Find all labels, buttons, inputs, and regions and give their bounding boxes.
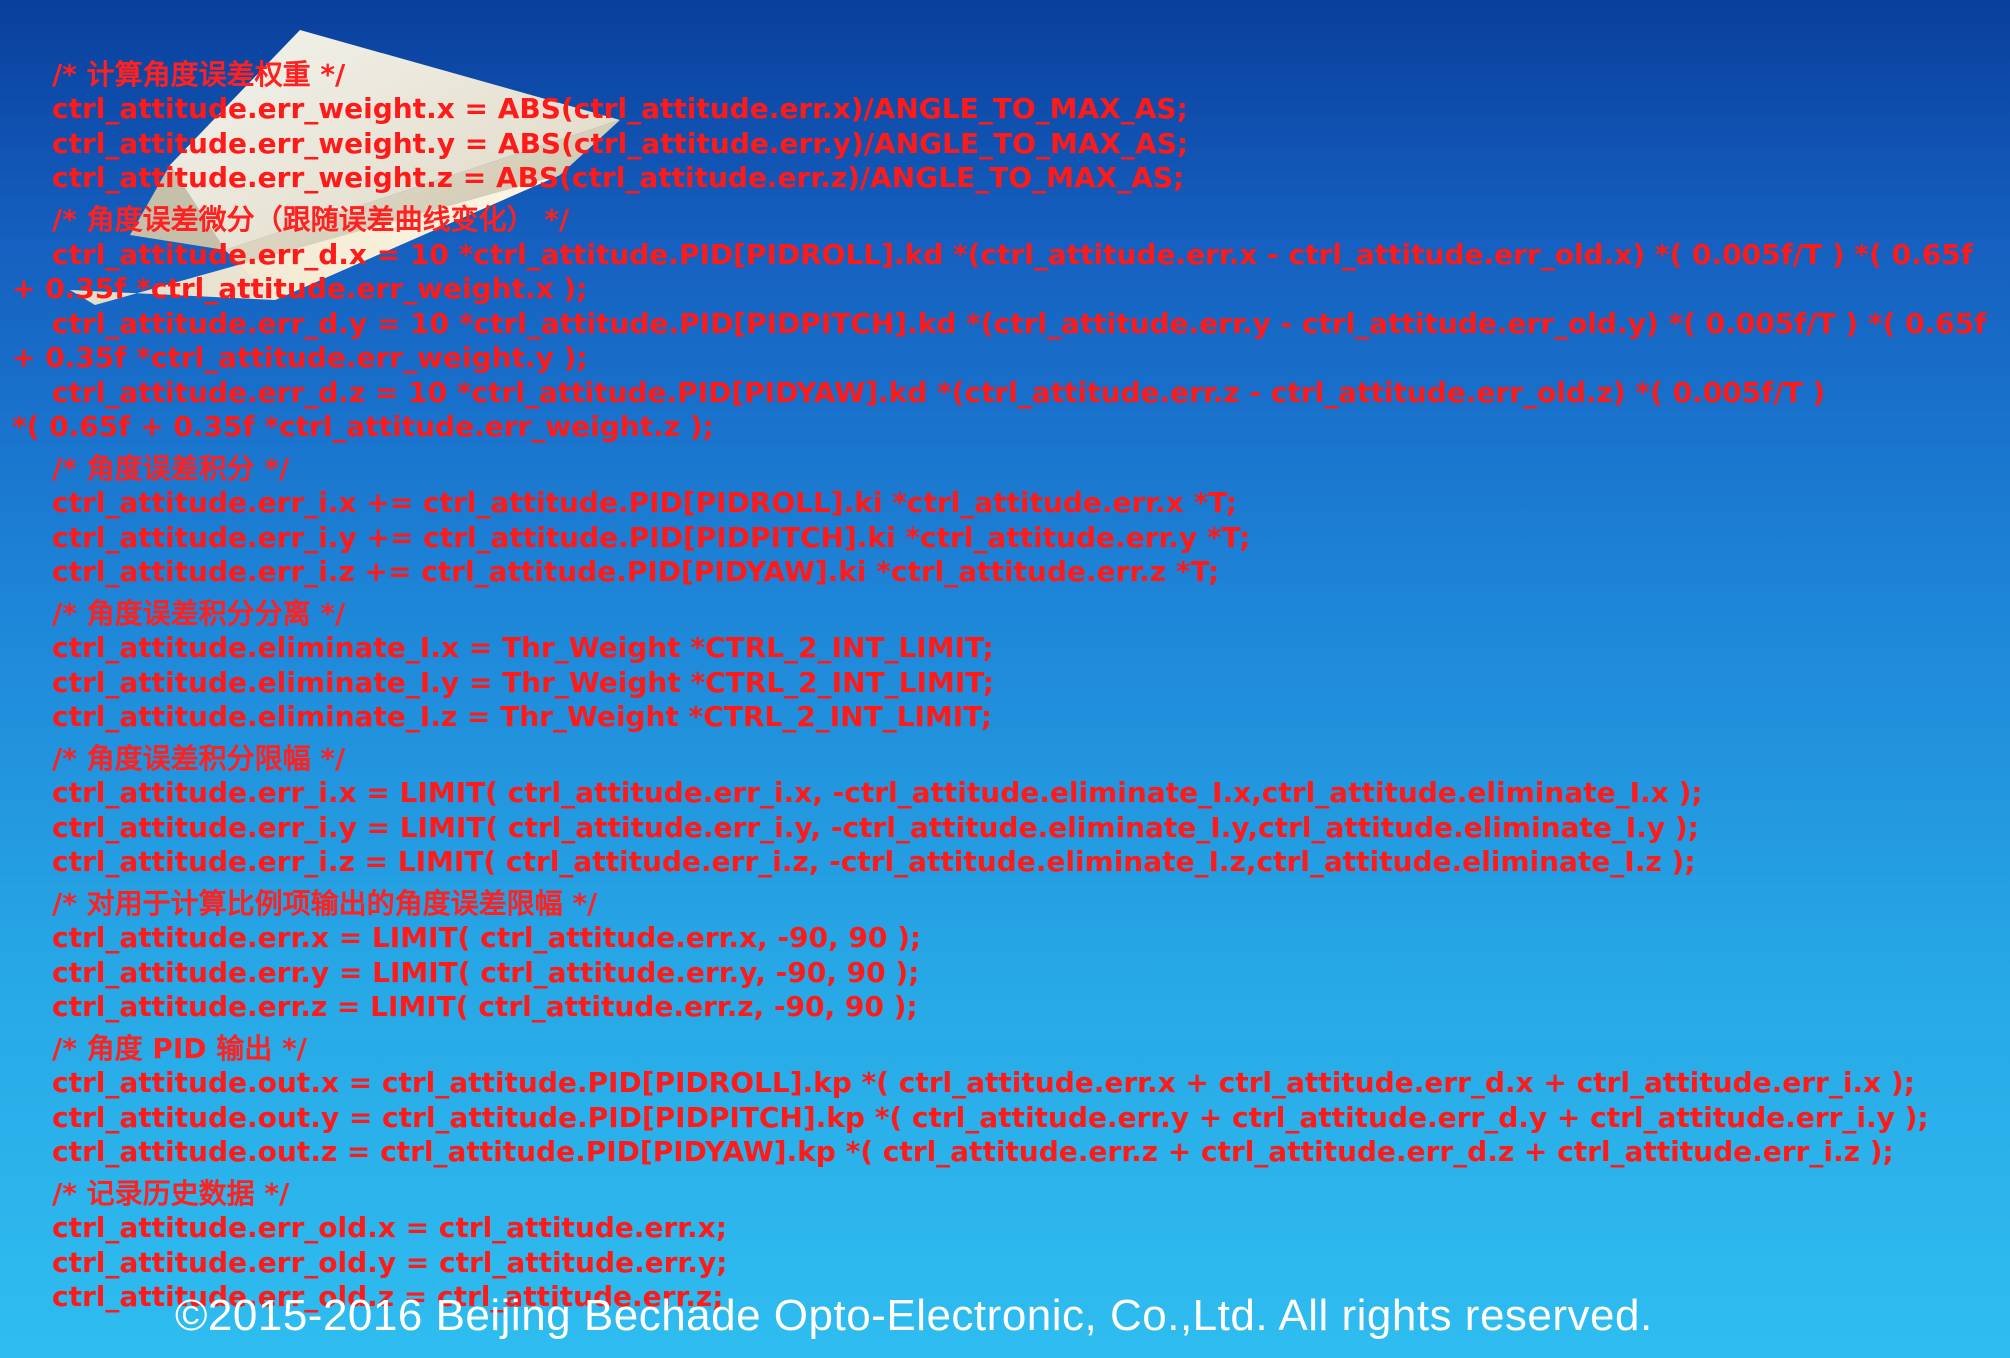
- code-comment-line: /* 角度误差微分（跟随误差曲线变化） */: [52, 203, 570, 236]
- code-comment-line: /* 记录历史数据 */: [52, 1177, 290, 1210]
- code-line: ctrl_attitude.err_i.y = LIMIT( ctrl_atti…: [52, 811, 1699, 844]
- code-line: ctrl_attitude.err_i.y += ctrl_attitude.P…: [52, 521, 1251, 554]
- code-line: ctrl_attitude.out.y = ctrl_attitude.PID[…: [52, 1101, 1929, 1134]
- code-block: /* 计算角度误差权重 */ctrl_attitude.err_weight.x…: [0, 0, 2010, 1358]
- code-line: ctrl_attitude.err_old.y = ctrl_attitude.…: [52, 1246, 728, 1279]
- code-line: ctrl_attitude.err_d.z = 10 *ctrl_attitud…: [52, 376, 1826, 409]
- code-line: ctrl_attitude.err_i.z += ctrl_attitude.P…: [52, 555, 1220, 588]
- code-line: ctrl_attitude.err.z = LIMIT( ctrl_attitu…: [52, 990, 918, 1023]
- code-line: ctrl_attitude.err_i.x = LIMIT( ctrl_atti…: [52, 776, 1703, 809]
- code-line: ctrl_attitude.err_weight.y = ABS(ctrl_at…: [52, 127, 1189, 160]
- code-comment-line: /* 角度 PID 输出 */: [52, 1032, 307, 1065]
- code-line: ctrl_attitude.err.x = LIMIT( ctrl_attitu…: [52, 921, 922, 954]
- code-comment-line: /* 计算角度误差权重 */: [52, 58, 346, 91]
- copyright-footer: ©2015-2016 Beijing Bechade Opto-Electron…: [175, 1291, 1653, 1340]
- code-line: ctrl_attitude.err_old.x = ctrl_attitude.…: [52, 1211, 727, 1244]
- code-line: ctrl_attitude.err_d.y = 10 *ctrl_attitud…: [52, 307, 1987, 340]
- code-line: ctrl_attitude.eliminate_I.z = Thr_Weight…: [52, 700, 992, 733]
- code-line: ctrl_attitude.err_weight.x = ABS(ctrl_at…: [52, 92, 1188, 125]
- code-line: ctrl_attitude.err_i.x += ctrl_attitude.P…: [52, 486, 1237, 519]
- code-comment-line: /* 角度误差积分限幅 */: [52, 742, 346, 775]
- code-line: ctrl_attitude.err_i.z = LIMIT( ctrl_atti…: [52, 845, 1696, 878]
- code-comment-line: /* 对用于计算比例项输出的角度误差限幅 */: [52, 887, 598, 920]
- code-comment-line: /* 角度误差积分 */: [52, 452, 290, 485]
- code-line: + 0.35f *ctrl_attitude.err_weight.x );: [12, 272, 588, 305]
- code-line: ctrl_attitude.out.x = ctrl_attitude.PID[…: [52, 1066, 1915, 1099]
- code-line: ctrl_attitude.eliminate_I.x = Thr_Weight…: [52, 631, 994, 664]
- code-line: ctrl_attitude.err_weight.z = ABS(ctrl_at…: [52, 161, 1185, 194]
- code-line: ctrl_attitude.out.z = ctrl_attitude.PID[…: [52, 1135, 1894, 1168]
- code-line: + 0.35f *ctrl_attitude.err_weight.y );: [12, 341, 588, 374]
- code-line: ctrl_attitude.err_d.x = 10 *ctrl_attitud…: [52, 238, 1973, 271]
- code-comment-line: /* 角度误差积分分离 */: [52, 597, 346, 630]
- code-line: *( 0.65f + 0.35f *ctrl_attitude.err_weig…: [12, 410, 714, 443]
- code-line: ctrl_attitude.err.y = LIMIT( ctrl_attitu…: [52, 956, 920, 989]
- code-line: ctrl_attitude.eliminate_I.y = Thr_Weight…: [52, 666, 994, 699]
